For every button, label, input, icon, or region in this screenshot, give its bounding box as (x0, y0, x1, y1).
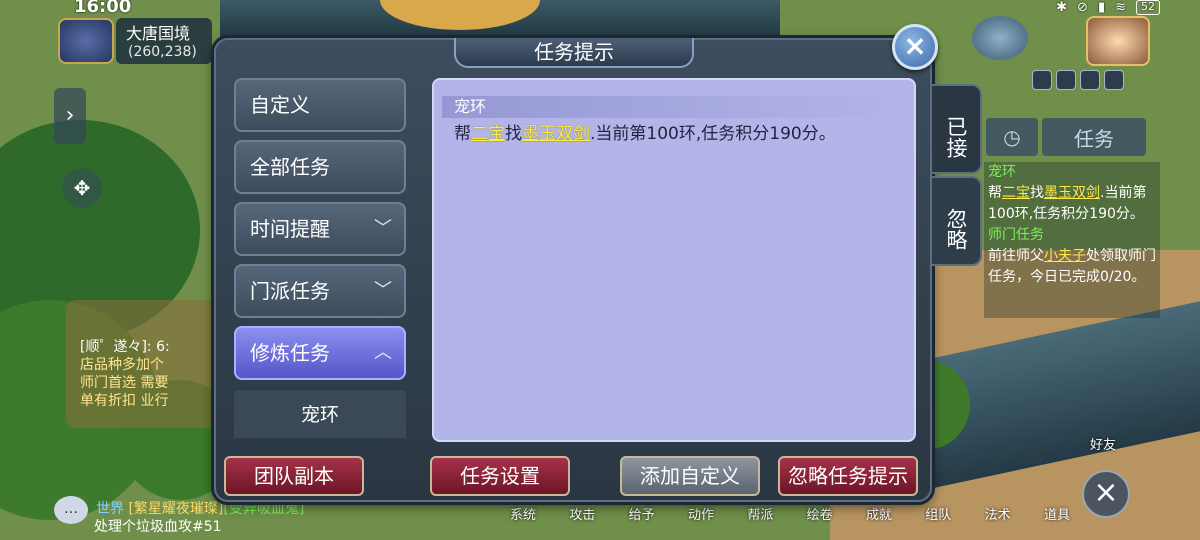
tab-ignored[interactable]: 忽略 (932, 176, 982, 266)
battery-icon: 52 (1136, 0, 1160, 15)
tracked-task-title: 师门任务 (988, 227, 1044, 243)
map-avatar[interactable] (58, 18, 114, 64)
task-tracker-list[interactable]: 宠环 帮二宝找墨玉双剑.当前第100环,任务积分190分。 师门任务 前往师父小… (984, 162, 1160, 318)
nav-label: 全部任务 (250, 155, 330, 179)
expand-icon[interactable]: ✥ (62, 168, 102, 208)
world-chat-message: 处理个垃圾血攻#51 (94, 519, 222, 535)
task-tracker-header: ◷ 任务 (986, 118, 1146, 156)
buff-icon[interactable] (1032, 70, 1052, 90)
nav-label: 时间提醒 (250, 217, 330, 241)
menu-action[interactable]: 动作 (688, 504, 714, 524)
item-link[interactable]: 墨玉双剑 (522, 124, 590, 144)
chat-sender: [顺゜遂々]: 6: (80, 339, 170, 355)
task-content-panel: 宠环 帮二宝找墨玉双剑.当前第100环,任务积分190分。 (432, 78, 916, 442)
status-icons: ✱ ⊘ ▮ ≋ 52 (1056, 0, 1160, 15)
menu-team[interactable]: 组队 (925, 504, 951, 524)
status-bar: 16:00 ✱ ⊘ ▮ ≋ 52 (0, 0, 1200, 17)
nav-label: 门派任务 (250, 279, 330, 303)
menu-guild[interactable]: 帮派 (747, 504, 773, 524)
content-header: 宠环 (442, 96, 906, 118)
nav-label: 修炼任务 (250, 341, 330, 365)
dialog-title: 任务提示 (454, 38, 694, 68)
tracked-task-title: 宠环 (988, 164, 1016, 180)
menu-achievement[interactable]: 成就 (866, 504, 892, 524)
content-description: 帮二宝找墨玉双剑.当前第100环,任务积分190分。 (454, 124, 836, 144)
clock: 16:00 (74, 0, 132, 17)
team-dungeon-button[interactable]: 团队副本 (224, 456, 364, 496)
location-name: 大唐国境 (126, 24, 191, 43)
nav-sect-tasks[interactable]: 门派任务 ﹀ (234, 264, 406, 318)
tracked-task-desc: 帮二宝找墨玉双剑.当前第100环,任务积分190分。 (988, 185, 1147, 222)
signal-icon: ▮ (1097, 0, 1106, 15)
nav-all-tasks[interactable]: 全部任务 (234, 140, 406, 194)
task-tracker-button[interactable]: 任务 (1042, 118, 1146, 156)
chevron-up-icon: ︿ (374, 342, 392, 363)
chat-line: 店品种多加个 (80, 357, 164, 373)
buff-icon[interactable] (1056, 70, 1076, 90)
nav-custom[interactable]: 自定义 (234, 78, 406, 132)
add-custom-button[interactable]: 添加自定义 (620, 456, 760, 496)
buff-icons (1032, 70, 1124, 90)
menu-attack[interactable]: 攻击 (569, 504, 595, 524)
chat-line: 单有折扣 业行 (80, 393, 169, 409)
location-coords: (260,238) (128, 44, 197, 60)
nav-training-tasks[interactable]: 修炼任务 ︿ (234, 326, 406, 380)
tracked-task-desc: 前往师父小夫子处领取师门任务，今日已完成0/20。 (988, 248, 1156, 285)
menu-give[interactable]: 给予 (629, 504, 655, 524)
pet-avatar[interactable] (972, 16, 1028, 60)
wifi-icon: ≋ (1115, 0, 1126, 15)
nav-label: 自定义 (250, 93, 310, 117)
buff-icon[interactable] (1080, 70, 1100, 90)
timer-icon[interactable]: ◷ (986, 118, 1038, 156)
task-settings-button[interactable]: 任务设置 (430, 456, 570, 496)
chat-line: 师门首选 需要 (80, 375, 169, 391)
close-icon[interactable]: × (892, 24, 938, 70)
chevron-down-icon: ﹀ (374, 280, 392, 301)
bluetooth-icon: ✱ (1056, 0, 1068, 15)
chat-messages[interactable]: [顺゜遂々]: 6: 店品种多加个 师门首选 需要 单有折扣 业行 (80, 338, 214, 418)
tab-accepted[interactable]: 已接 (932, 84, 982, 174)
nav-time-reminder[interactable]: 时间提醒 ﹀ (234, 202, 406, 256)
world-chat[interactable]: 世界 [繁星耀夜璀璨][变异吸血鬼] 处理个垃圾血攻#51 (56, 500, 376, 540)
nav-sub-pet-ring[interactable]: 宠环 (234, 390, 406, 438)
task-hint-dialog: 任务提示 × 自定义 全部任务 时间提醒 ﹀ 门派任务 ﹀ 修炼任务 ︿ 宠环 … (214, 24, 982, 502)
player-avatar[interactable] (1086, 16, 1150, 66)
menu-system[interactable]: 系统 (510, 504, 536, 524)
menu-items[interactable]: 道具 (1044, 504, 1070, 524)
friends-label[interactable]: 好友 (1090, 434, 1116, 453)
close-menu-icon[interactable]: × (1082, 470, 1130, 518)
npc-link[interactable]: 二宝 (471, 124, 505, 144)
menu-spell[interactable]: 法术 (985, 504, 1011, 524)
buff-icon[interactable] (1104, 70, 1124, 90)
chevron-down-icon: ﹀ (374, 218, 392, 239)
ignore-prompt-button[interactable]: 忽略任务提示 (778, 456, 918, 496)
world-chat-line: 世界 [繁星耀夜璀璨][变异吸血鬼] (96, 501, 305, 517)
collapse-arrow-icon[interactable]: › (54, 88, 86, 144)
menu-scroll[interactable]: 绘卷 (807, 504, 833, 524)
mute-icon: ⊘ (1077, 0, 1088, 15)
bottom-menu: 系统 攻击 给予 动作 帮派 绘卷 成就 组队 法术 道具 (510, 504, 1070, 524)
